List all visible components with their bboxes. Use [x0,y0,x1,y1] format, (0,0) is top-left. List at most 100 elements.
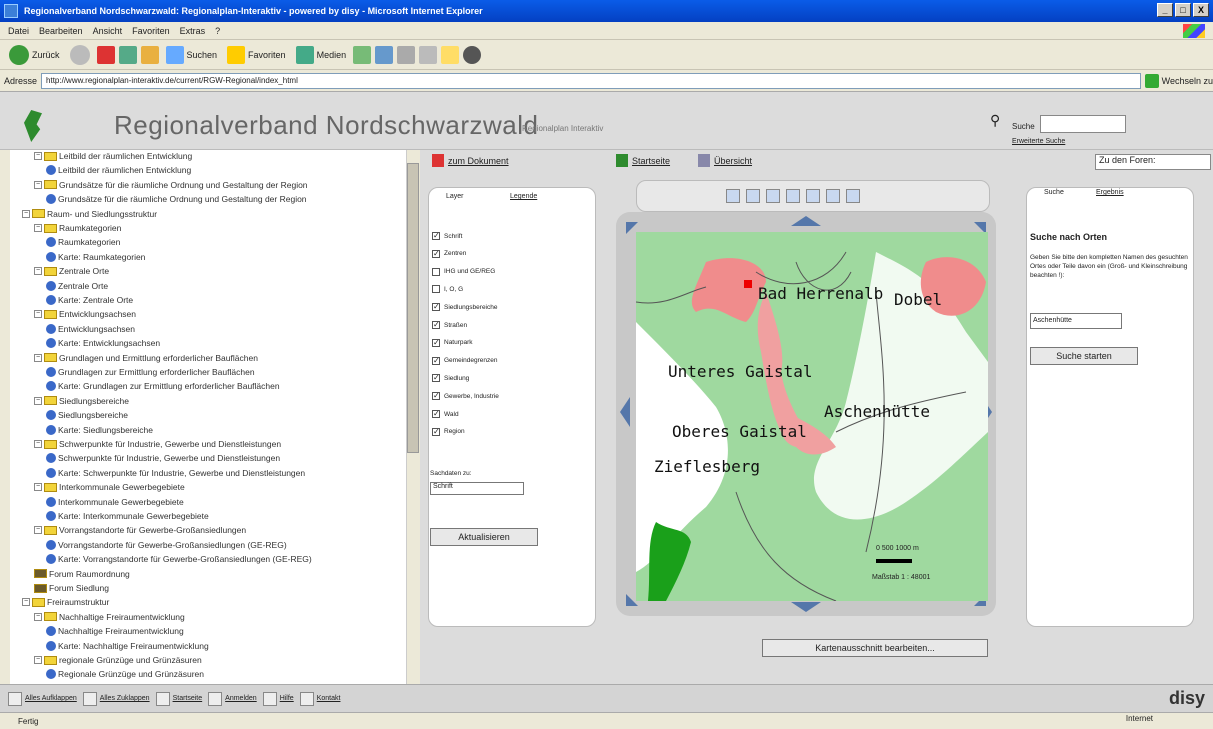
tree-item[interactable]: Leitbild der räumlichen Entwicklung [46,164,191,176]
edit-map-extent-button[interactable]: Kartenausschnitt bearbeiten... [762,639,988,657]
zoom-box-icon[interactable] [786,189,800,203]
place-search-input[interactable]: Aschenhütte [1030,313,1122,329]
layer-checkbox[interactable]: ✓ [432,374,440,383]
layer-checkbox[interactable]: ✓ [432,392,440,401]
login-link[interactable]: Anmelden [208,691,257,706]
layer-checkbox[interactable] [432,267,440,276]
tree-item[interactable]: Grundsätze für die räumliche Ordnung und… [46,193,307,205]
tree-item[interactable]: Karte: Schwerpunkte für Industrie, Gewer… [46,467,305,479]
tree-item[interactable]: − Raumkategorien [34,222,121,234]
tab-search[interactable]: Suche [1044,189,1064,196]
tree-item[interactable]: − Schwerpunkte für Industrie, Gewerbe und… [34,438,281,450]
collapse-icon[interactable]: − [34,152,42,160]
tree-item[interactable]: − Grundlagen und Ermittlung erforderliche… [34,352,258,364]
layer-row[interactable]: ✓ Naturpark [432,338,473,347]
collapse-icon[interactable]: − [22,209,30,218]
advanced-search-link[interactable]: Erweiterte Suche [1012,138,1065,145]
startpage-link[interactable]: Startseite [616,154,670,167]
stop-icon[interactable] [96,45,115,64]
layer-checkbox[interactable] [432,285,440,294]
collapse-icon[interactable]: − [34,267,42,276]
layer-checkbox[interactable]: ✓ [432,356,440,365]
document-link[interactable]: zum Dokument [432,154,509,167]
collapse-icon[interactable]: − [34,612,42,621]
overview-link[interactable]: Übersicht [698,154,752,167]
go-button[interactable]: Wechseln zu [1144,73,1213,88]
layer-row[interactable]: ✓ Siedlung [432,374,469,383]
collapse-icon[interactable]: − [34,224,42,232]
collapse-icon[interactable]: − [34,656,42,664]
layer-row[interactable]: IHG und GE/REG [432,267,495,276]
refresh-icon[interactable] [118,45,137,64]
forward-button[interactable] [67,44,93,65]
collapse-icon[interactable]: − [34,526,42,535]
collapse-icon[interactable]: − [34,483,42,492]
menu-item[interactable]: Bearbeiten [39,26,83,36]
tree-item[interactable]: Karte: Zentrale Orte [46,294,133,306]
site-search-input[interactable] [1040,115,1126,133]
tree-item[interactable]: Vorrangstandorte für Gewerbe-Großansiedl… [46,539,287,551]
tree-item[interactable]: − Siedlungsbereiche [34,395,129,407]
layer-row[interactable]: ✓ Region [432,427,465,436]
collapse-icon[interactable]: − [34,396,42,405]
sachdaten-select[interactable]: Schrift [430,482,524,495]
tree-item[interactable]: − Leitbild der räumlichen Entwicklung [34,150,192,162]
layer-row[interactable]: I, O, G [432,285,463,294]
start-search-button[interactable]: Suche starten [1030,347,1138,365]
tree-item[interactable]: − Interkommunale Gewerbegebiete [34,481,185,493]
close-button[interactable]: X [1193,3,1209,17]
tree-item[interactable]: − regionale Grünzüge und Grünzäsuren [34,654,202,666]
print-icon[interactable] [397,45,416,64]
layer-checkbox[interactable]: ✓ [432,338,440,347]
layer-row[interactable]: ✓ Straßen [432,321,467,329]
tree-scroll-thumb[interactable] [407,163,419,453]
zoom-in-icon[interactable] [746,189,760,203]
map-view[interactable]: Bad Herrenalb Dobel Unteres Gaistal Asch… [636,232,988,601]
tree-item[interactable]: Karte: Vorrangstandorte für Gewerbe-Groß… [46,553,312,565]
info-icon[interactable] [846,189,860,203]
tree-item[interactable]: Zentrale Orte [46,280,108,292]
layer-checkbox[interactable]: ✓ [432,427,440,436]
expand-all-button[interactable]: Alles Aufklappen [8,691,77,706]
pan-icon[interactable] [726,189,740,203]
back-button[interactable]: Zurück [6,44,63,65]
tree-item[interactable]: Siedlungsbereiche [46,409,128,421]
history-icon[interactable] [353,45,372,64]
tree-item[interactable]: − Freiraumstruktur [22,596,109,608]
tree-item[interactable]: − Zentrale Orte [34,265,109,277]
collapse-all-button[interactable]: Alles Zuklappen [82,691,150,706]
collapse-icon[interactable]: − [34,353,42,362]
tree-item[interactable]: Nachhaltige Freiraumentwicklung [46,625,184,637]
collapse-icon[interactable]: − [34,440,42,448]
tab-legend[interactable]: Legende [510,193,537,200]
menu-item[interactable]: Favoriten [132,26,170,36]
mail-icon[interactable] [375,45,394,64]
tree-item[interactable]: Raumkategorien [46,236,120,248]
refresh-map-button[interactable]: Aktualisieren [430,528,538,546]
menu-item[interactable]: ? [215,26,220,36]
zoom-out-icon[interactable] [766,189,780,203]
tree-item[interactable]: Karte: Entwicklungsachsen [46,337,160,349]
layer-checkbox[interactable]: ✓ [432,249,440,258]
tree-item[interactable]: Grundlagen zur Ermittlung erforderlicher… [46,366,255,378]
layer-checkbox[interactable]: ✓ [432,410,440,418]
layer-row[interactable]: ✓ Gemeindegrenzen [432,356,497,365]
tree-item[interactable]: Karte: Raumkategorien [46,251,145,263]
menu-item[interactable]: Ansicht [93,26,123,36]
tree-item[interactable]: − Nachhaltige Freiraumentwicklung [34,611,185,623]
collapse-icon[interactable]: − [34,180,42,189]
pan-south-arrow[interactable] [791,602,821,612]
tree-item[interactable]: − Grundsätze für die räumliche Ordnung un… [34,179,308,191]
folder-icon[interactable] [441,45,460,64]
collapse-icon[interactable]: − [22,598,30,607]
pan-north-arrow[interactable] [791,216,821,226]
menu-item[interactable]: Datei [8,26,29,36]
layer-row[interactable]: ✓ Zentren [432,249,466,258]
forum-select[interactable]: Zu den Foren: [1095,154,1211,170]
minimize-button[interactable]: _ [1157,3,1173,17]
home-icon[interactable] [140,45,159,64]
layer-checkbox[interactable]: ✓ [432,321,440,329]
layer-row[interactable]: ✓ Wald [432,410,459,418]
tree-item[interactable]: Karte: Grundlagen zur Ermittlung erforde… [46,380,280,392]
full-extent-icon[interactable] [806,189,820,203]
